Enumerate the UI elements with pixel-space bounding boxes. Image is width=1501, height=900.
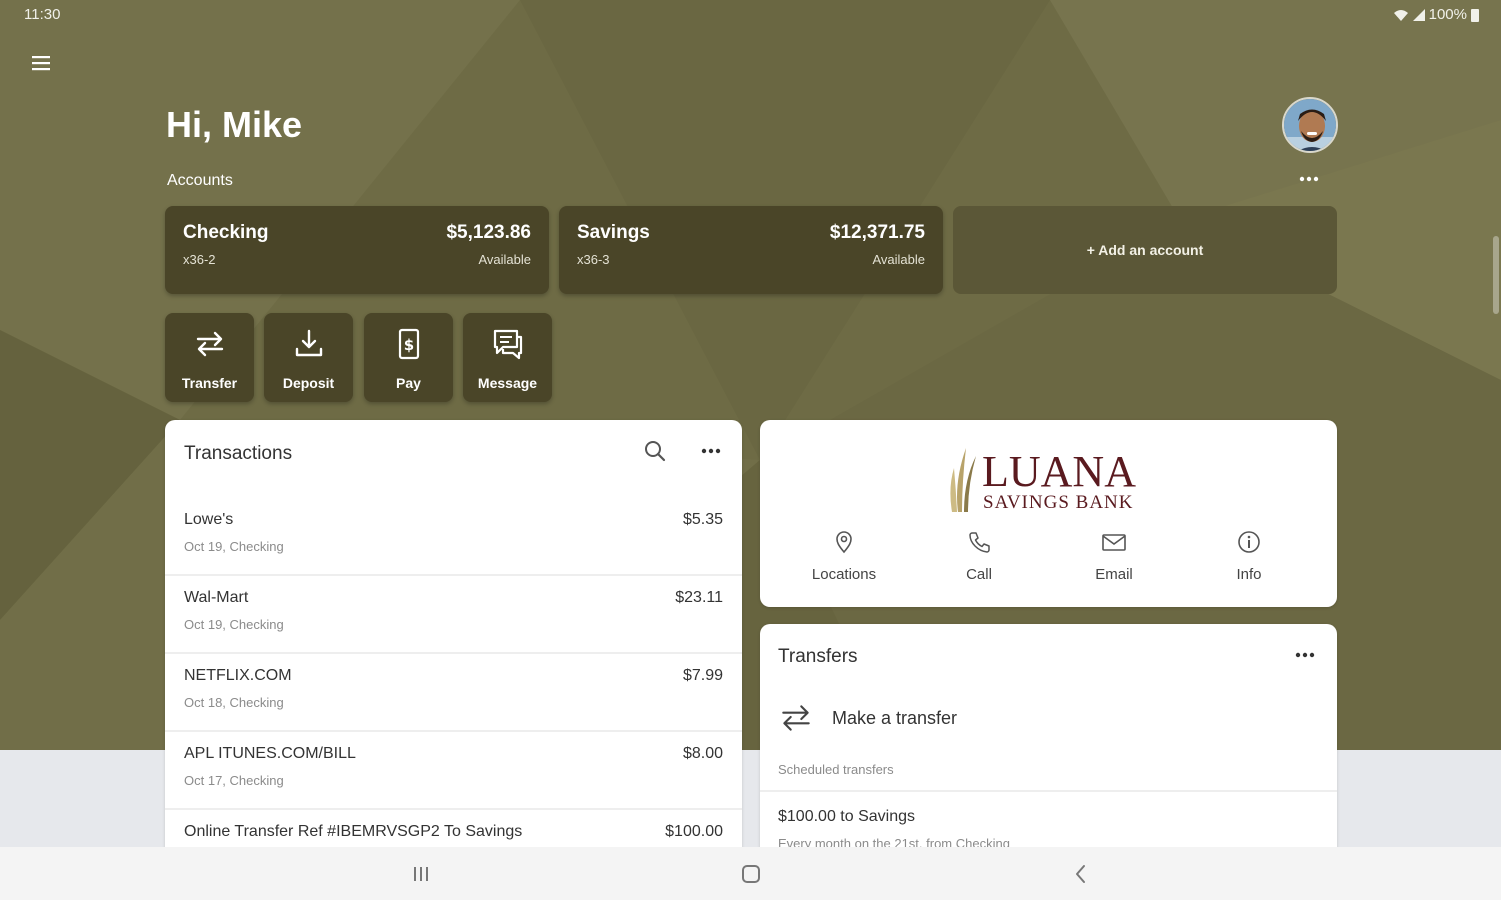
account-number: x36-2 <box>183 252 216 267</box>
home-button[interactable] <box>738 861 764 887</box>
scheduled-transfer-title[interactable]: $100.00 to Savings <box>778 808 915 826</box>
transaction-row[interactable]: APL ITUNES.COM/BILL Oct 17, Checking $8.… <box>165 732 742 810</box>
back-button[interactable] <box>1068 861 1094 887</box>
email-icon <box>1102 534 1126 551</box>
message-icon <box>493 329 523 360</box>
account-number: x36-3 <box>577 252 610 267</box>
info-button[interactable]: Info <box>1189 530 1309 583</box>
pay-action-button[interactable]: $ Pay <box>364 313 453 402</box>
transaction-meta: Oct 19, Checking <box>184 539 284 554</box>
avatar[interactable] <box>1282 97 1338 153</box>
location-pin-icon <box>836 531 852 554</box>
transaction-amount: $8.00 <box>682 745 723 762</box>
contact-label: Info <box>1236 566 1262 583</box>
account-balance: $12,371.75 <box>829 222 925 243</box>
bank-name-line1: LUANA <box>982 447 1136 496</box>
transaction-meta: Oct 18, Checking <box>184 695 284 710</box>
transaction-amount: $7.99 <box>682 667 723 684</box>
transaction-row[interactable]: Wal-Mart Oct 19, Checking $23.11 <box>165 576 742 654</box>
system-nav-bar <box>0 847 1501 900</box>
transaction-amount: $5.35 <box>682 511 723 528</box>
action-label: Message <box>477 375 538 391</box>
transaction-row[interactable]: NETFLIX.COM Oct 18, Checking $7.99 <box>165 654 742 732</box>
back-icon <box>1076 865 1085 883</box>
transactions-panel: Transactions Lowe's Oct 19, Checking $5.… <box>165 420 742 860</box>
status-bar: 11:30 100% <box>0 0 1501 30</box>
status-time: 11:30 <box>24 6 61 23</box>
hamburger-menu-button[interactable] <box>28 50 54 76</box>
call-button[interactable]: Call <box>919 530 1039 583</box>
contact-label: Call <box>966 566 992 583</box>
action-label: Transfer <box>181 375 238 391</box>
battery-percent: 100% <box>1428 6 1467 23</box>
transaction-row[interactable]: Lowe's Oct 19, Checking $5.35 <box>165 498 742 576</box>
transaction-merchant: Wal-Mart <box>184 589 249 606</box>
account-name: Savings <box>577 222 650 243</box>
phone-icon <box>969 532 990 553</box>
edge-panel-handle[interactable] <box>1493 236 1499 314</box>
make-transfer-button[interactable]: Make a transfer <box>778 700 1078 740</box>
contact-label: Email <box>1095 566 1133 583</box>
transaction-amount: $23.11 <box>675 589 723 606</box>
action-label: Pay <box>396 375 421 391</box>
more-dots-icon <box>1299 176 1319 182</box>
divider <box>760 790 1337 792</box>
transfers-panel: Transfers Make a transfer Scheduled tran… <box>760 624 1337 864</box>
transaction-meta: Oct 19, Checking <box>184 617 284 632</box>
transfers-title: Transfers <box>778 646 858 667</box>
more-dots-icon <box>701 448 721 454</box>
contact-label: Locations <box>811 566 877 583</box>
recent-apps-button[interactable] <box>408 861 434 887</box>
transaction-meta: Oct 17, Checking <box>184 773 284 788</box>
signal-icon <box>1412 8 1425 21</box>
greeting-title: Hi, Mike <box>166 104 303 145</box>
hamburger-icon <box>32 56 50 71</box>
scheduled-transfers-label: Scheduled transfers <box>778 762 894 777</box>
action-label: Deposit <box>282 375 335 391</box>
wifi-icon <box>1393 9 1408 21</box>
more-dots-icon <box>1295 652 1315 658</box>
transfer-action-button[interactable]: Transfer <box>165 313 254 402</box>
status-icons: 100% <box>1393 6 1479 23</box>
accounts-label: Accounts <box>167 172 233 189</box>
accounts-more-button[interactable] <box>1296 168 1322 190</box>
deposit-action-button[interactable]: Deposit <box>264 313 353 402</box>
transactions-search-button[interactable] <box>643 439 667 463</box>
transaction-merchant: NETFLIX.COM <box>184 667 292 684</box>
svg-text:$: $ <box>404 336 414 354</box>
account-balance-label: Available <box>872 252 925 267</box>
transaction-merchant: APL ITUNES.COM/BILL <box>184 745 356 762</box>
account-balance: $5,123.86 <box>446 222 531 243</box>
bank-logo: LUANA SAVINGS BANK <box>950 447 1136 513</box>
transaction-amount: $100.00 <box>665 823 723 840</box>
transfer-icon <box>196 331 224 357</box>
add-account-button[interactable]: + Add an account <box>953 206 1337 294</box>
deposit-icon <box>295 329 323 357</box>
pay-bill-icon: $ <box>398 328 420 360</box>
transaction-merchant: Online Transfer Ref #IBEMRVSGP2 To Savin… <box>184 823 523 840</box>
account-card-checking[interactable]: Checking x36-2 $5,123.86 Available <box>165 206 549 294</box>
transfer-icon <box>782 705 810 731</box>
info-icon <box>1238 531 1260 553</box>
make-transfer-label: Make a transfer <box>832 708 958 728</box>
transfers-more-button[interactable] <box>1292 646 1318 664</box>
battery-icon <box>1471 8 1479 22</box>
transactions-title: Transactions <box>184 443 293 464</box>
email-button[interactable]: Email <box>1054 530 1174 583</box>
home-icon <box>742 865 760 883</box>
account-card-savings[interactable]: Savings x36-3 $12,371.75 Available <box>559 206 943 294</box>
recent-apps-icon <box>414 867 428 881</box>
account-name: Checking <box>183 222 269 243</box>
transaction-merchant: Lowe's <box>184 511 234 528</box>
message-action-button[interactable]: Message <box>463 313 552 402</box>
search-icon <box>645 441 666 462</box>
account-balance-label: Available <box>478 252 531 267</box>
transactions-more-button[interactable] <box>698 442 724 460</box>
bank-info-panel: LUANA SAVINGS BANK Locations Call Email … <box>760 420 1337 607</box>
bank-name-line2: SAVINGS BANK <box>983 492 1133 513</box>
locations-button[interactable]: Locations <box>784 530 904 583</box>
